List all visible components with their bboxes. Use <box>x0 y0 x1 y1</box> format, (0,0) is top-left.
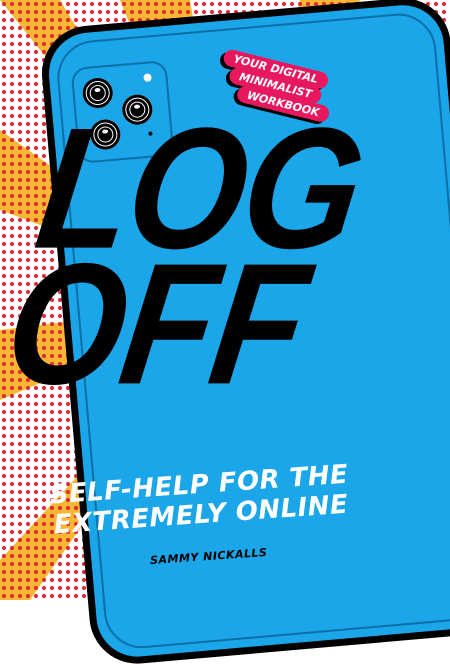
flash-icon <box>143 73 152 82</box>
title-line: OFF <box>0 226 317 421</box>
book-title: LOG OFF <box>0 91 373 420</box>
